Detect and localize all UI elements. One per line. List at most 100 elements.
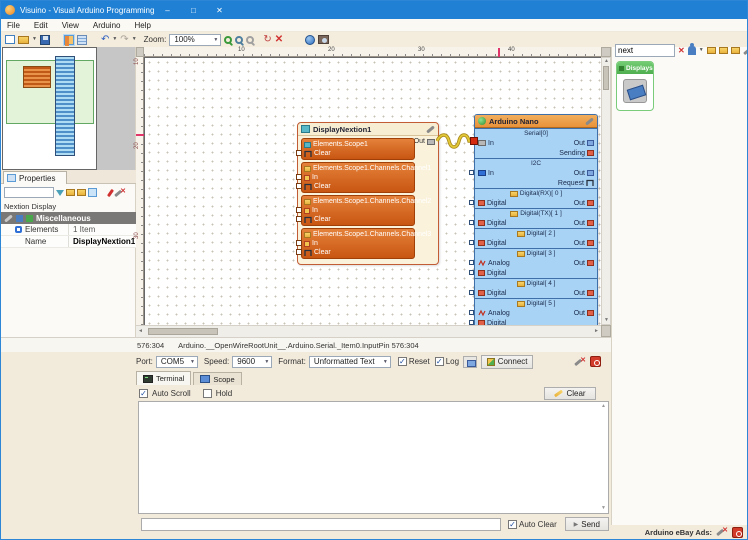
pin-out[interactable]: Out: [574, 290, 594, 297]
property-category-header[interactable]: Miscellaneous: [1, 212, 136, 224]
zoom-select[interactable]: 100% ▼: [169, 34, 221, 46]
send-button[interactable]: ▶Send: [565, 517, 609, 531]
pin-clear[interactable]: Clear: [304, 149, 412, 158]
format-select[interactable]: Unformatted Text▼: [309, 356, 391, 368]
scrollbar-thumb[interactable]: [603, 66, 609, 90]
palette-category-header[interactable]: Displays: [617, 62, 653, 74]
reset-checkbox[interactable]: ✓: [398, 357, 407, 366]
pin-i2c-out[interactable]: Out: [574, 170, 594, 177]
connection-settings-icon[interactable]: ✕: [574, 357, 586, 367]
pin-socket[interactable]: [469, 220, 474, 225]
pin-sending[interactable]: Sending: [559, 150, 594, 157]
scroll-down-icon[interactable]: ▼: [601, 506, 606, 511]
ads-close-icon[interactable]: [732, 527, 743, 538]
ads-settings-icon[interactable]: ✕: [716, 527, 728, 537]
pin-socket[interactable]: [469, 170, 474, 175]
undo-icon[interactable]: ↶: [101, 35, 109, 45]
filter-dropdown-icon[interactable]: ▼: [699, 48, 704, 53]
element-scope[interactable]: Elements.Scope1 Clear: [301, 138, 415, 160]
pin-socket[interactable]: [296, 183, 302, 189]
expand-icon[interactable]: [15, 226, 22, 233]
open-project-icon[interactable]: [18, 36, 29, 44]
screenshot-icon[interactable]: [318, 35, 329, 44]
log-checkbox[interactable]: ✓: [435, 357, 444, 366]
terminal-output[interactable]: ▲ ▼: [138, 401, 609, 514]
pin-socket[interactable]: [296, 150, 302, 156]
pin-socket[interactable]: [296, 240, 302, 246]
design-canvas[interactable]: DisplayNextion1 Out Elements.Scope1 Clea…: [144, 57, 601, 325]
clear-search-icon[interactable]: ✕: [678, 47, 685, 55]
zoom-out-icon[interactable]: [246, 36, 254, 44]
pin-i2c-in[interactable]: In: [478, 170, 494, 177]
scroll-right-icon[interactable]: ►: [594, 329, 599, 334]
delete-icon[interactable]: ✕: [275, 35, 283, 45]
pin-socket[interactable]: [469, 290, 474, 295]
new-project-icon[interactable]: [5, 35, 15, 44]
hold-checkbox[interactable]: [203, 389, 212, 398]
component-arduino-nano[interactable]: Arduino Nano Serial[0] InOut Sending I2C…: [474, 114, 598, 325]
component-search-input[interactable]: [615, 44, 675, 57]
close-button[interactable]: ✕: [206, 1, 232, 19]
element-channel3[interactable]: Elements.Scope1.Channels.Channel3 In Cle…: [301, 228, 415, 259]
pin-serial-in[interactable]: In: [478, 140, 494, 147]
wrench-icon[interactable]: [426, 125, 435, 133]
redo-dropdown-icon[interactable]: ▼: [132, 37, 137, 42]
pin-panel-icon[interactable]: [107, 188, 114, 196]
collapse-all-icon[interactable]: [77, 189, 86, 196]
palette-customize-icon[interactable]: ✕: [743, 46, 748, 56]
tab-terminal[interactable]: Terminal: [136, 371, 191, 385]
property-value[interactable]: DisplayNextion1: [69, 237, 135, 246]
pin-clear[interactable]: Clear: [304, 215, 412, 224]
menu-view[interactable]: View: [62, 21, 79, 30]
customize-icon[interactable]: ✕: [114, 188, 126, 198]
pin-out[interactable]: Out: [574, 260, 594, 267]
auto-clear-checkbox[interactable]: ✓: [508, 520, 517, 529]
pin-in[interactable]: In: [304, 173, 412, 182]
property-row-elements[interactable]: Elements 1 Item: [1, 224, 136, 236]
new-folder-icon[interactable]: [707, 47, 716, 54]
pin-digital[interactable]: Digital: [478, 240, 506, 247]
undo-dropdown-icon[interactable]: ▼: [112, 37, 117, 42]
scroll-up-icon[interactable]: ▲: [604, 59, 609, 64]
pin-serial-out[interactable]: Out: [574, 140, 594, 147]
pin-socket[interactable]: [469, 200, 474, 205]
menu-file[interactable]: File: [7, 21, 20, 30]
element-channel1[interactable]: Elements.Scope1.Channels.Channel1 In Cle…: [301, 162, 415, 193]
connected-pin[interactable]: [470, 137, 478, 145]
pin-socket[interactable]: [296, 249, 302, 255]
pin-out[interactable]: Out: [574, 220, 594, 227]
connect-button[interactable]: Connect: [481, 355, 533, 369]
log-file-button[interactable]: [463, 356, 477, 368]
properties-filter-input[interactable]: [4, 187, 54, 198]
redo-icon[interactable]: ↷: [120, 35, 128, 45]
pin-analog[interactable]: Analog: [478, 309, 510, 317]
component-header[interactable]: Arduino Nano: [475, 115, 597, 128]
save-project-icon[interactable]: [40, 35, 50, 45]
tab-scope[interactable]: Scope: [193, 372, 241, 385]
auto-scroll-checkbox[interactable]: ✓: [139, 389, 148, 398]
palette-category-displays[interactable]: Displays: [616, 61, 654, 111]
pin-digital[interactable]: Digital: [478, 220, 506, 227]
property-row-name[interactable]: Name DisplayNextion1: [1, 236, 136, 248]
web-help-icon[interactable]: [305, 35, 315, 45]
pin-analog[interactable]: Analog: [478, 259, 510, 267]
minimize-button[interactable]: –: [154, 1, 180, 19]
refresh-icon[interactable]: ↻: [263, 35, 271, 45]
scrollbar-thumb[interactable]: [148, 328, 218, 335]
canvas-horizontal-scrollbar[interactable]: ◄ ►: [136, 325, 601, 337]
expand-all-icon[interactable]: [66, 189, 75, 196]
component-header[interactable]: DisplayNextion1: [298, 123, 438, 136]
port-select[interactable]: COM5▼: [156, 356, 198, 368]
layout-grid-icon[interactable]: [77, 35, 87, 45]
collapse-folders-icon[interactable]: [731, 47, 740, 54]
zoom-in-icon[interactable]: [224, 36, 232, 44]
pin-socket[interactable]: [296, 174, 302, 180]
tab-properties[interactable]: Properties: [3, 171, 67, 184]
component-display-nextion1[interactable]: DisplayNextion1 Out Elements.Scope1 Clea…: [297, 122, 439, 265]
filter-icon[interactable]: [56, 190, 64, 196]
disconnect-icon[interactable]: [590, 356, 601, 367]
design-minimap[interactable]: [2, 47, 135, 170]
property-value[interactable]: 1 Item: [69, 225, 95, 234]
pin-digital[interactable]: Digital: [478, 270, 506, 277]
scroll-up-icon[interactable]: ▲: [601, 404, 606, 409]
